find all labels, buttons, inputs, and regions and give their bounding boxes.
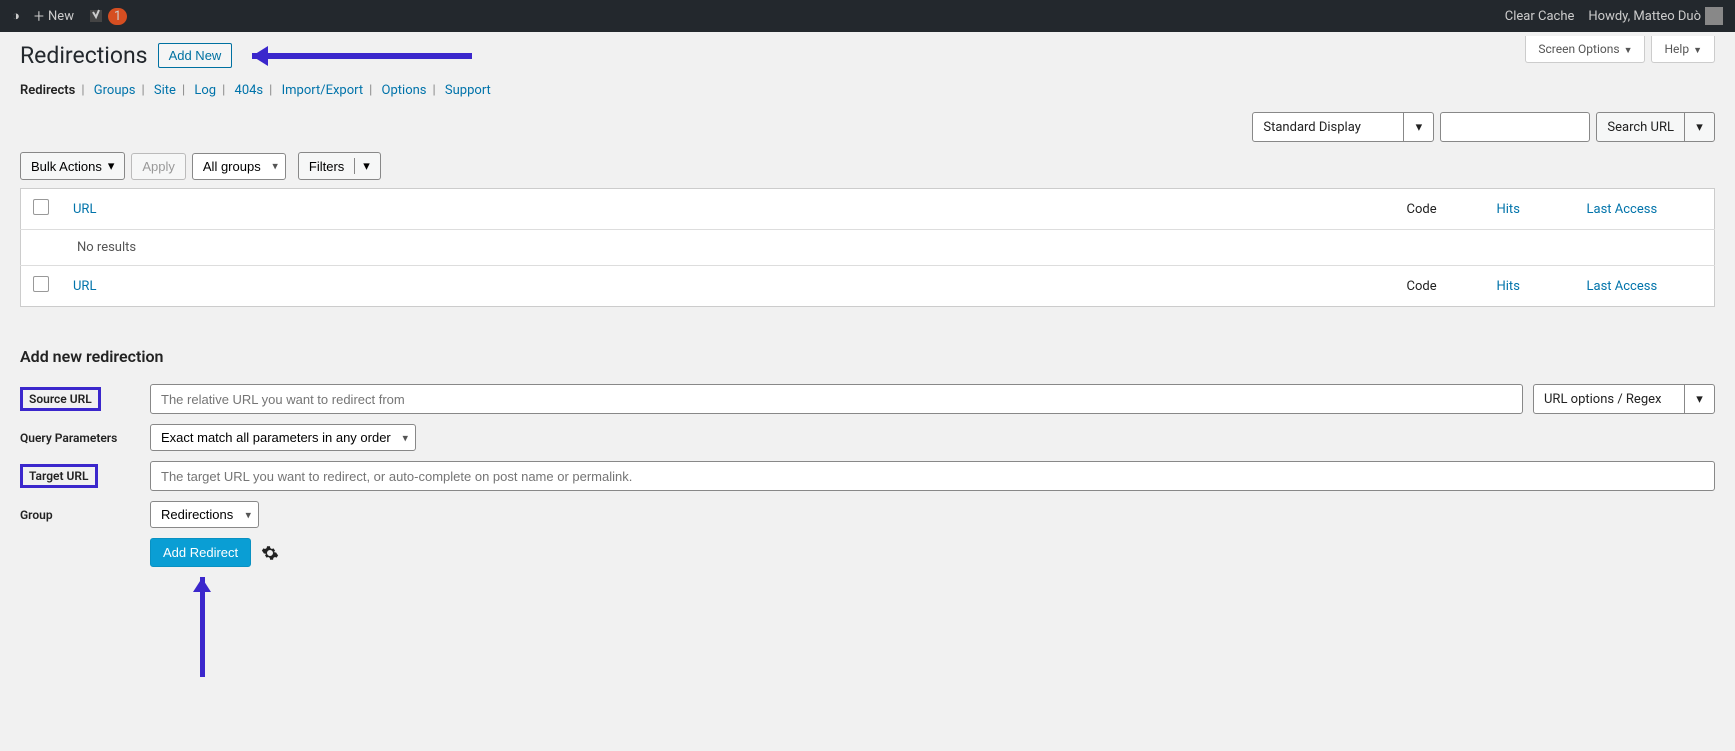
group-filter-select[interactable]: All groups [192, 153, 286, 180]
add-redirect-button[interactable]: Add Redirect [150, 538, 251, 567]
query-params-label: Query Parameters [20, 431, 140, 445]
add-new-button[interactable]: Add New [158, 43, 233, 68]
page-title: Redirections [20, 42, 148, 69]
chevron-down-icon: ▾ [1684, 385, 1714, 413]
target-url-input[interactable] [150, 461, 1715, 491]
avatar [1705, 7, 1723, 25]
no-results-row: No results [21, 230, 1715, 266]
col-hits[interactable]: Hits [1497, 202, 1520, 217]
chevron-down-icon: ▾ [354, 158, 370, 174]
col-hits-footer[interactable]: Hits [1497, 279, 1520, 294]
chevron-down-icon: ▾ [108, 158, 115, 174]
yoast-icon[interactable]: 1 [88, 8, 127, 25]
col-code-footer: Code [1395, 266, 1485, 307]
chevron-down-icon: ▼ [1693, 46, 1702, 56]
bulk-actions-select[interactable]: Bulk Actions ▾ [20, 152, 125, 180]
group-select[interactable]: Redirections [150, 501, 259, 528]
col-url[interactable]: URL [73, 202, 96, 217]
col-last-access-footer[interactable]: Last Access [1587, 279, 1658, 294]
target-url-label: Target URL [20, 464, 98, 488]
annotation-arrow-horizontal [252, 53, 472, 59]
chevron-down-icon: ▾ [1403, 113, 1433, 141]
help-tab[interactable]: Help▼ [1651, 36, 1715, 63]
clear-cache-link[interactable]: Clear Cache [1505, 9, 1575, 24]
col-url-footer[interactable]: URL [73, 279, 96, 294]
chevron-down-icon: ▾ [1684, 113, 1714, 141]
url-options-select[interactable]: URL options / Regex ▾ [1533, 384, 1715, 414]
notif-badge: 1 [108, 8, 127, 25]
screen-meta: Screen Options▼ Help▼ [1525, 36, 1715, 63]
subnav-options[interactable]: Options [382, 83, 427, 98]
subnav-redirects[interactable]: Redirects [20, 83, 75, 98]
search-url-button[interactable]: Search URL ▾ [1596, 112, 1715, 142]
search-input[interactable] [1440, 112, 1590, 142]
admin-bar: ◑ +New 1 Clear Cache Howdy, Matteo Duò [0, 0, 1735, 32]
chevron-down-icon: ▼ [1624, 46, 1633, 56]
new-link[interactable]: +New [34, 6, 74, 27]
redirects-table: URL Code Hits Last Access No results URL… [20, 188, 1715, 307]
subnav-404s[interactable]: 404s [235, 83, 264, 98]
group-label: Group [20, 508, 140, 522]
add-redirection-heading: Add new redirection [20, 347, 1715, 366]
col-last-access[interactable]: Last Access [1587, 202, 1658, 217]
subnav: Redirects| Groups| Site| Log| 404s| Impo… [20, 83, 1715, 98]
annotation-arrow-vertical [200, 577, 1715, 687]
select-all-checkbox[interactable] [33, 199, 49, 215]
subnav-import-export[interactable]: Import/Export [282, 83, 364, 98]
subnav-support[interactable]: Support [445, 83, 491, 98]
filters-button[interactable]: Filters ▾ [298, 152, 381, 180]
gear-icon[interactable] [261, 544, 279, 562]
select-all-checkbox-footer[interactable] [33, 276, 49, 292]
subnav-site[interactable]: Site [154, 83, 176, 98]
apply-button[interactable]: Apply [131, 153, 186, 180]
subnav-log[interactable]: Log [194, 83, 216, 98]
col-code: Code [1395, 189, 1485, 230]
display-mode-select[interactable]: Standard Display ▾ [1252, 112, 1434, 142]
source-url-input[interactable] [150, 384, 1523, 414]
query-params-select[interactable]: Exact match all parameters in any order [150, 424, 416, 451]
howdy-link[interactable]: Howdy, Matteo Duò [1588, 7, 1723, 25]
source-url-label: Source URL [20, 387, 101, 411]
screen-options-tab[interactable]: Screen Options▼ [1525, 36, 1645, 63]
subnav-groups[interactable]: Groups [94, 83, 136, 98]
plus-icon: + [34, 6, 44, 27]
comments-icon[interactable]: ◑ [12, 8, 20, 24]
